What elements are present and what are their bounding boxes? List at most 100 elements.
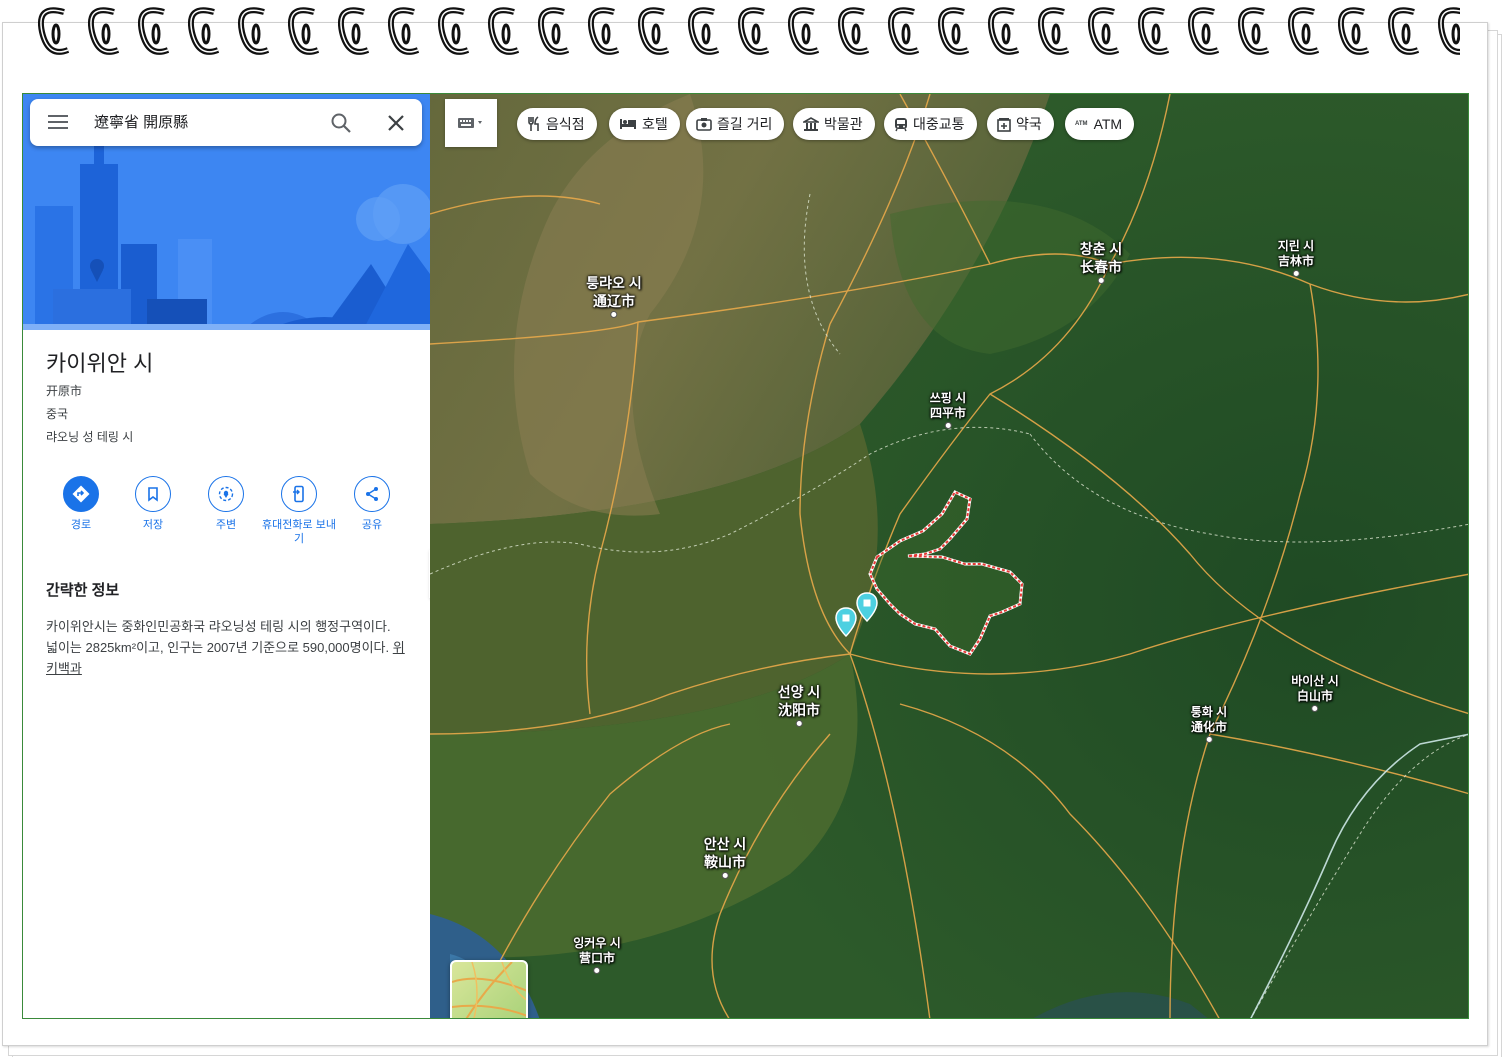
city-label-shenyang[interactable]: 선양 시 沈阳市	[778, 683, 820, 727]
chip-label: 호텔	[642, 116, 668, 132]
binding-ring	[688, 7, 720, 55]
chip-hotels[interactable]: 호텔	[609, 108, 680, 140]
city-name-cn: 通辽市	[592, 293, 635, 309]
action-bar: 경로 저장 주변 휴대전화로 보내기 공유	[43, 476, 413, 556]
city-dot	[1311, 705, 1319, 712]
binding-ring	[588, 7, 620, 55]
map-canvas[interactable]: 퉁랴오 시 通辽市 창춘 시 长春市 지린 시 吉林市 쓰핑 시 四平市 선양 …	[430, 94, 1468, 1018]
location-pin-icon[interactable]	[856, 592, 878, 622]
chip-label: 음식점	[546, 116, 585, 132]
place-native-name: 开原市	[46, 384, 83, 398]
phone-icon	[293, 485, 304, 503]
location-pin-icon[interactable]	[835, 607, 857, 637]
directions-label: 경로	[70, 519, 92, 531]
side-panel: 遼寧省 開原縣 카이위안 시 开原市 중국 랴오닝 성 테링 시 경로 저장 주…	[23, 94, 430, 1018]
chip-pharmacy[interactable]: 약국	[987, 108, 1054, 140]
layers-preview-icon	[452, 962, 526, 1018]
chip-label: 박물관	[824, 116, 863, 132]
city-name-kr: 퉁화 시	[1190, 705, 1228, 719]
city-label-yingkou[interactable]: 잉커우 시 营口市	[573, 936, 621, 974]
city-name-kr: 지린 시	[1277, 239, 1315, 253]
bookmark-icon	[148, 487, 158, 502]
chip-things-to-do[interactable]: 즐길 거리	[686, 108, 785, 140]
close-icon[interactable]	[385, 112, 407, 134]
binding-ring	[88, 7, 120, 55]
binding-ring	[888, 7, 920, 55]
museum-icon	[803, 116, 819, 131]
city-name-kr: 바이산 시	[1291, 674, 1339, 688]
city-label-anshan[interactable]: 안산 시 鞍山市	[703, 835, 747, 879]
summary-body: 카이위안시는 중화인민공화국 랴오닝성 테링 시의 행정구역이다. 넓이는 28…	[46, 619, 391, 655]
binding-ring	[988, 7, 1020, 55]
city-dot	[1205, 736, 1213, 743]
place-country: 중국	[46, 407, 69, 421]
binding-ring	[1438, 7, 1460, 55]
satellite-imagery	[430, 94, 1468, 1018]
save-button[interactable]: 저장	[115, 476, 191, 532]
binding-ring	[1038, 7, 1070, 55]
city-name-kr: 잉커우 시	[573, 936, 621, 950]
binding-ring	[938, 7, 970, 55]
chip-atm[interactable]: ATM ATM	[1065, 108, 1135, 140]
nearby-icon	[218, 486, 234, 502]
summary-heading: 간략한 정보	[46, 582, 120, 599]
spiral-binding	[38, 7, 1460, 55]
chip-restaurants[interactable]: 음식점	[517, 108, 597, 140]
binding-ring	[838, 7, 870, 55]
share-icon	[366, 487, 378, 501]
chip-label: 즐길 거리	[717, 116, 773, 132]
search-box[interactable]: 遼寧省 開原縣	[30, 99, 422, 146]
city-name-kr: 안산 시	[703, 836, 747, 852]
hotel-icon	[620, 119, 636, 129]
city-name-cn: 鞍山市	[704, 854, 746, 870]
binding-ring	[1388, 7, 1420, 55]
restaurant-icon	[528, 116, 539, 131]
share-button[interactable]: 공유	[334, 476, 410, 532]
nearby-button[interactable]: 주변	[188, 476, 264, 532]
send-to-phone-button[interactable]: 휴대전화로 보내기	[261, 476, 337, 546]
search-icon[interactable]	[330, 112, 352, 134]
binding-ring	[1338, 7, 1370, 55]
input-tools-button[interactable]	[445, 99, 497, 147]
search-input[interactable]: 遼寧省 開原縣	[94, 99, 188, 146]
city-label-changchun[interactable]: 창춘 시 长春市	[1080, 240, 1122, 284]
city-label-siping[interactable]: 쓰핑 시 四平市	[930, 391, 966, 429]
binding-ring	[138, 7, 170, 55]
binding-ring	[788, 7, 820, 55]
save-label: 저장	[142, 519, 164, 531]
share-label: 공유	[361, 519, 383, 531]
city-name-cn: 营口市	[578, 951, 615, 965]
chip-label: 약국	[1016, 116, 1042, 132]
city-label-baishan[interactable]: 바이산 시 白山市	[1291, 674, 1339, 712]
binding-ring	[488, 7, 520, 55]
city-dot	[1292, 270, 1300, 277]
city-dot	[1097, 277, 1105, 284]
city-dot	[610, 311, 618, 318]
hamburger-menu-icon[interactable]	[48, 114, 68, 130]
chip-label: ATM	[1093, 116, 1123, 132]
chip-museums[interactable]: 박물관	[793, 108, 875, 140]
binding-ring	[188, 7, 220, 55]
city-label-tonghua[interactable]: 퉁화 시 通化市	[1191, 705, 1227, 743]
pharmacy-icon	[997, 117, 1011, 132]
send-to-phone-label: 휴대전화로 보내기	[262, 519, 336, 545]
city-name-kr: 퉁랴오 시	[586, 275, 642, 291]
city-dot	[944, 422, 952, 429]
keyboard-icon	[458, 118, 482, 128]
binding-ring	[738, 7, 770, 55]
city-name-cn: 沈阳市	[778, 702, 820, 718]
binding-ring	[638, 7, 670, 55]
chip-transit[interactable]: 대중교통	[884, 108, 977, 140]
city-label-jilin[interactable]: 지린 시 吉林市	[1278, 239, 1314, 277]
city-name-cn: 吉林市	[1277, 254, 1314, 268]
directions-button[interactable]: 경로	[43, 476, 119, 532]
binding-ring	[1138, 7, 1170, 55]
city-dot	[795, 720, 803, 727]
binding-ring	[1288, 7, 1320, 55]
binding-ring	[338, 7, 370, 55]
atm-icon: ATM	[1075, 121, 1088, 127]
transit-icon	[895, 117, 907, 131]
layers-toggle-button[interactable]	[450, 960, 528, 1018]
city-label-tongliao[interactable]: 퉁랴오 시 通辽市	[586, 274, 642, 318]
binding-ring	[238, 7, 270, 55]
